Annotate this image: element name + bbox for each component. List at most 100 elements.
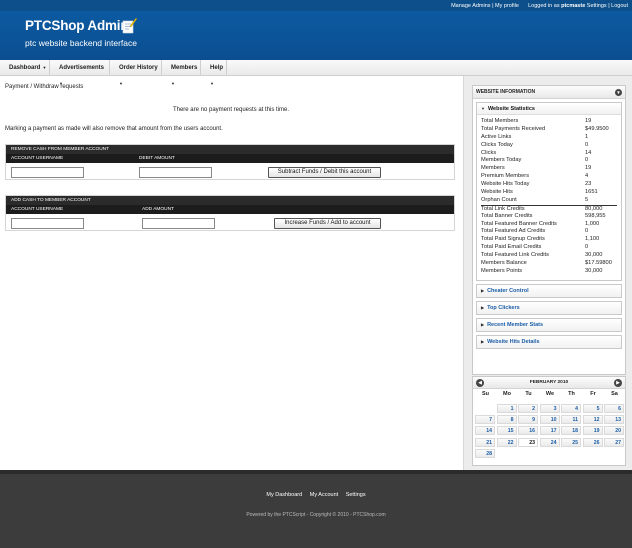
stat-label: Total Payments Received — [481, 125, 546, 132]
stat-row: Total Link Credits 80,000 — [481, 204, 617, 213]
add-amount-label: ADD AMOUNT — [142, 207, 174, 212]
website-statistics-header[interactable]: ▼ Website Statistics — [477, 103, 621, 115]
next-month-icon[interactable]: ▶ — [614, 379, 622, 387]
stat-row: Active Links 1 — [481, 134, 617, 142]
calendar-day[interactable]: 9 — [518, 415, 538, 425]
calendar-today[interactable]: 23 — [518, 437, 538, 447]
calendar-day[interactable]: 4 — [561, 404, 581, 413]
calendar-day[interactable]: 25 — [561, 437, 581, 447]
stat-label: Clicks Today — [481, 141, 513, 148]
stat-value: 23 — [585, 181, 592, 188]
nav-order-history[interactable]: Order History ▼ — [110, 60, 162, 86]
calendar-day[interactable]: 27 — [604, 437, 624, 447]
logo-subtitle: ptc website backend interface — [25, 38, 137, 48]
stat-row: Total Payments Received $49.9500 — [481, 126, 617, 134]
triangle-down-icon: ▼ — [481, 106, 485, 111]
calendar-day[interactable]: 11 — [561, 415, 581, 425]
calendar-day[interactable]: 6 — [604, 404, 624, 413]
add-username-label: ACCOUNT USERNAME — [11, 207, 64, 212]
calendar-day[interactable]: 15 — [496, 426, 517, 436]
stat-value: 0 — [585, 157, 589, 164]
calendar-weekday: Tu — [525, 391, 532, 397]
stat-row: Total Featured Banner Credits 1,000 — [481, 221, 617, 229]
calendar-day[interactable]: 1 — [496, 404, 517, 413]
remove-username-label: ACCOUNT USERNAME — [11, 156, 64, 161]
footer-my-dashboard-link[interactable]: My Dashboard — [266, 492, 302, 498]
stat-value: 4 — [585, 173, 589, 180]
stat-value: 0 — [585, 228, 589, 235]
calendar-day[interactable]: 22 — [496, 437, 517, 447]
footer-settings-link[interactable]: Settings — [346, 492, 366, 498]
nav-dashboard[interactable]: Dashboard ▼ — [0, 60, 50, 76]
calendar-day[interactable]: 5 — [582, 404, 603, 413]
stat-label: Total Banner Credits — [481, 212, 533, 219]
stat-label: Clicks — [481, 149, 497, 156]
website-hits-details-panel[interactable]: ▶ Website Hits Details — [476, 334, 622, 349]
page-title: Payment / Withdraw requests — [5, 84, 84, 90]
collapse-icon[interactable]: ▼ — [615, 89, 622, 96]
stat-label: Premium Members — [481, 173, 530, 180]
increase-funds-button[interactable]: Increase Funds / Add to account — [274, 218, 381, 229]
chevron-down-icon: ▼ — [119, 81, 123, 86]
stat-value: 0 — [585, 244, 589, 251]
calendar-day[interactable]: 14 — [475, 426, 495, 436]
calendar-weekday: Sa — [611, 391, 618, 397]
nav-advertisements[interactable]: Advertisements ▼ — [50, 60, 110, 86]
calendar-day[interactable]: 16 — [518, 426, 538, 436]
subtract-funds-button[interactable]: Subtract Funds / Debit this account — [268, 167, 381, 178]
logged-in-username: ptcmaste — [561, 3, 586, 9]
stat-label: Website Hits — [481, 189, 513, 196]
nav-members[interactable]: Members ▼ — [162, 60, 201, 86]
sidebar: WEBSITE INFORMATION ▼ ▼ Website Statistic… — [463, 76, 632, 470]
calendar-day[interactable]: 3 — [539, 404, 560, 413]
cheater-control-panel[interactable]: ▶ Cheater Control — [476, 283, 622, 298]
calendar-day[interactable]: 26 — [582, 437, 603, 447]
website-statistics-panel: ▼ Website Statistics Total Members 19 Total… — [476, 102, 622, 281]
add-amount-input[interactable] — [142, 218, 215, 229]
calendar-day[interactable]: 7 — [475, 415, 495, 425]
recent-member-stats-panel[interactable]: ▶ Recent Member Stats — [476, 317, 622, 332]
remove-cash-title: REMOVE CASH FROM MEMBER ACCOUNT — [6, 145, 454, 154]
calendar-day[interactable]: 13 — [604, 415, 624, 425]
remove-amount-input[interactable] — [139, 167, 212, 178]
calendar-day[interactable]: 20 — [604, 426, 624, 436]
stat-row: Total Banner Credits 598,955 — [481, 213, 617, 221]
stat-row: Website Hits 1651 — [481, 189, 617, 197]
stat-value: 1 — [585, 133, 589, 140]
nav-help[interactable]: Help ▼ — [201, 60, 227, 86]
calendar-weekday: Fr — [590, 391, 596, 397]
calendar-day[interactable]: 2 — [518, 404, 538, 413]
logo-title[interactable]: PTCShop Admin — [25, 18, 129, 33]
triangle-right-icon: ▶ — [481, 338, 485, 344]
stat-label: Members — [481, 165, 505, 172]
calendar-day[interactable]: 17 — [539, 426, 560, 436]
stat-label: Total Featured Link Credits — [481, 252, 549, 259]
stat-row: Clicks Today 0 — [481, 142, 617, 150]
manage-admins-link[interactable]: Manage Admins — [451, 3, 490, 9]
add-cash-title: ADD CASH TO MEMBER ACCOUNT — [6, 196, 454, 205]
stat-row: Orphan Count 5 — [481, 197, 617, 205]
stat-label: Total Featured Ad Credits — [481, 228, 546, 235]
chevron-down-icon: ▼ — [210, 81, 214, 86]
footer-my-account-link[interactable]: My Account — [310, 492, 338, 498]
calendar-day[interactable]: 8 — [496, 415, 517, 425]
calendar-weekday: We — [545, 391, 555, 397]
calendar-day[interactable]: 18 — [561, 426, 581, 436]
calendar-day[interactable]: 19 — [582, 426, 603, 436]
settings-link[interactable]: Settings — [587, 3, 607, 9]
calendar-day[interactable]: 12 — [582, 415, 603, 425]
empty-notice: There are no payment requests at this ti… — [172, 107, 290, 113]
remove-amount-label: DEBIT AMOUNT — [139, 156, 175, 161]
calendar-day[interactable]: 10 — [539, 415, 560, 425]
calendar-day[interactable]: 24 — [539, 437, 560, 447]
calendar-day[interactable]: 21 — [475, 437, 495, 447]
stat-row: Website Hits Today 23 — [481, 181, 617, 189]
calendar-day[interactable]: 28 — [475, 448, 495, 458]
my-profile-link[interactable]: My profile — [495, 3, 519, 9]
chevron-down-icon: ▼ — [171, 81, 175, 86]
remove-username-input[interactable] — [11, 167, 84, 178]
logout-link[interactable]: Logout — [611, 3, 628, 9]
stat-label: Members Today — [481, 157, 522, 164]
add-username-input[interactable] — [11, 218, 84, 229]
top-clickers-panel[interactable]: ▶ Top Clickers — [476, 300, 622, 315]
